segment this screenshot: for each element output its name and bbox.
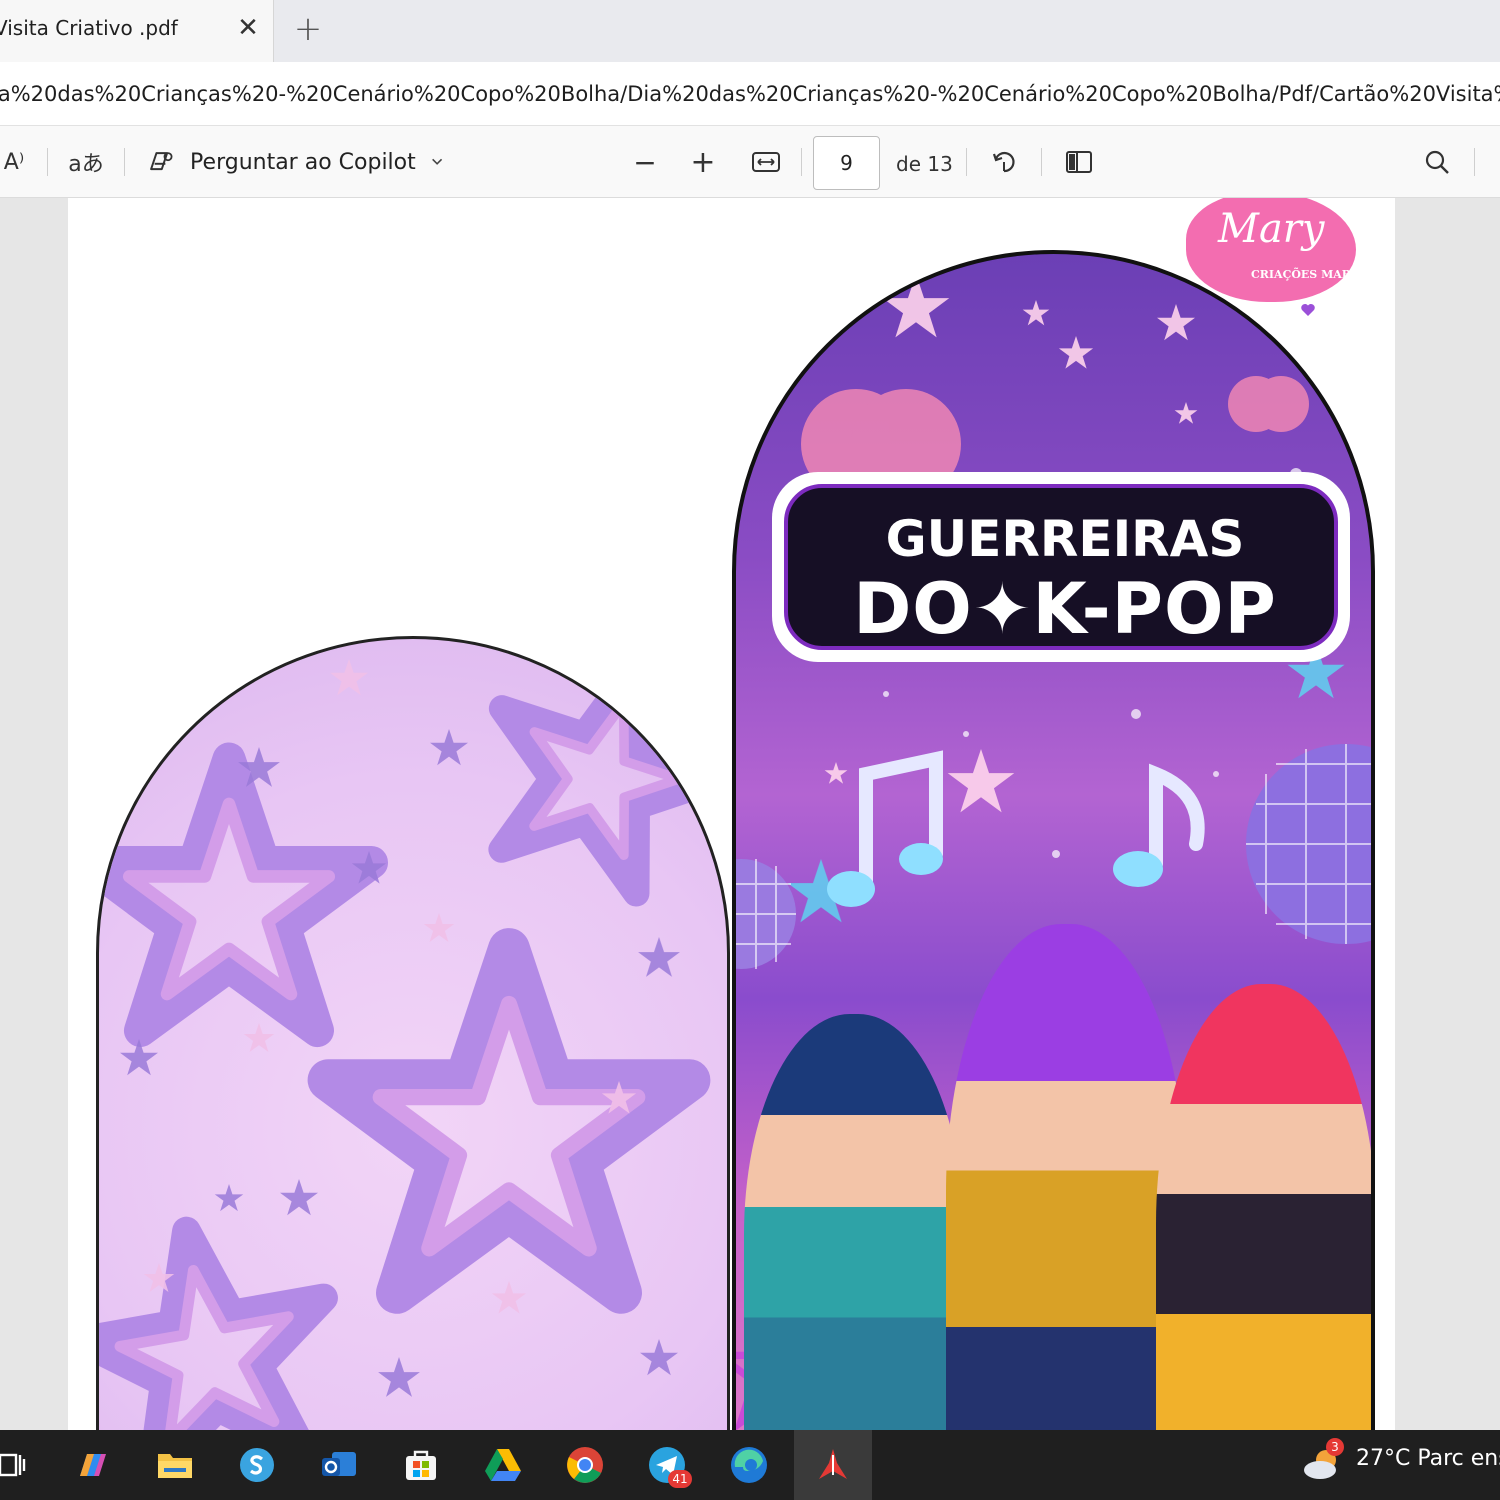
address-bar[interactable]: ia%20das%20Crianças%20-%20Cenário%20Copo… xyxy=(0,62,1500,126)
edge-icon xyxy=(731,1447,767,1483)
kpop-arch-panel: GUERREIRAS DO✦K-POP xyxy=(732,250,1375,1430)
ask-copilot-button[interactable]: Perguntar ao Copilot xyxy=(144,142,444,182)
google-drive-icon xyxy=(485,1449,521,1481)
chrome-icon xyxy=(567,1447,603,1483)
rotate-icon xyxy=(992,151,1015,173)
star-pattern-image xyxy=(99,639,730,1430)
copilot-icon xyxy=(150,152,173,171)
zoom-out-button[interactable]: − xyxy=(628,142,662,182)
address-url[interactable]: ia%20das%20Crianças%20-%20Cenário%20Copo… xyxy=(0,82,1500,106)
search-button[interactable] xyxy=(1418,142,1456,182)
tab-title: Visita Criativo .pdf xyxy=(0,16,178,40)
brand-logo-script: Mary xyxy=(1218,206,1325,252)
google-drive-button[interactable] xyxy=(478,1440,528,1490)
toolbar-divider xyxy=(1041,148,1042,176)
telegram-button[interactable]: 41 xyxy=(642,1440,692,1490)
tab-strip: Visita Criativo .pdf ✕ + xyxy=(0,0,1500,62)
task-view-button[interactable] xyxy=(0,1440,38,1490)
read-aloud-button[interactable]: A⁾ xyxy=(0,142,32,182)
toolbar-divider xyxy=(1474,148,1475,176)
outlook-icon xyxy=(322,1452,356,1476)
title-plate: GUERREIRAS DO✦K-POP xyxy=(772,472,1350,662)
page-total: de 13 xyxy=(896,152,953,176)
translate-button[interactable]: aあ xyxy=(64,142,108,182)
chevron-down-icon xyxy=(431,158,442,165)
fit-width-icon xyxy=(752,152,780,172)
store-icon xyxy=(406,1450,436,1480)
disco-ball-left xyxy=(736,859,796,969)
page-view-icon xyxy=(1066,151,1092,173)
toolbar-divider xyxy=(966,148,967,176)
translate-icon: aあ xyxy=(68,152,104,177)
read-aloud-icon: A⁾ xyxy=(3,149,25,175)
heart-icon xyxy=(1301,304,1315,316)
pdf-reader-icon xyxy=(819,1449,847,1479)
weather-text[interactable]: 27°C Parc ens xyxy=(1356,1446,1500,1471)
character-purple-hair xyxy=(946,924,1186,1430)
browser-tab[interactable]: Visita Criativo .pdf ✕ xyxy=(0,0,274,62)
minus-icon: − xyxy=(633,145,657,179)
star-pattern-arch xyxy=(96,636,730,1430)
pdf-reader-button[interactable] xyxy=(794,1430,872,1500)
copilot-label: Perguntar ao Copilot xyxy=(190,149,416,175)
page-number-input[interactable]: 9 xyxy=(813,136,880,190)
copilot-app-button[interactable] xyxy=(68,1440,118,1490)
rotate-button[interactable] xyxy=(985,142,1023,182)
new-tab-button[interactable]: + xyxy=(290,12,326,48)
title-line-2: DO✦K-POP xyxy=(853,568,1277,650)
chrome-button[interactable] xyxy=(560,1440,610,1490)
task-view-icon xyxy=(0,1453,26,1477)
outlook-button[interactable] xyxy=(314,1440,364,1490)
skype-button[interactable] xyxy=(232,1440,282,1490)
file-explorer-button[interactable] xyxy=(150,1440,200,1490)
pdf-page: GUERREIRAS DO✦K-POP Mary CRIAÇÕES MARY xyxy=(68,198,1395,1430)
weather-alert-badge: 3 xyxy=(1326,1438,1344,1456)
title-plate-inner: GUERREIRAS DO✦K-POP xyxy=(784,484,1338,650)
search-icon xyxy=(1425,150,1449,174)
pdf-viewer[interactable]: GUERREIRAS DO✦K-POP Mary CRIAÇÕES MARY xyxy=(0,198,1500,1430)
toolbar-divider xyxy=(801,148,802,176)
fit-width-button[interactable] xyxy=(747,142,785,182)
copilot-app-icon xyxy=(80,1454,106,1476)
character-blue-hair xyxy=(744,1014,964,1430)
toolbar-divider xyxy=(124,148,125,176)
telegram-unread-badge: 41 xyxy=(668,1470,692,1488)
disco-ball-right xyxy=(1246,744,1371,944)
title-line-1: GUERREIRAS xyxy=(885,510,1245,568)
folder-icon xyxy=(158,1454,192,1478)
microsoft-store-button[interactable] xyxy=(396,1440,446,1490)
pdf-toolbar: A⁾ aあ Perguntar ao Copilot − + 9 de 13 xyxy=(0,126,1500,198)
edge-button[interactable] xyxy=(724,1440,774,1490)
zoom-in-button[interactable]: + xyxy=(686,142,720,182)
plus-icon: + xyxy=(690,144,716,180)
page-view-button[interactable] xyxy=(1060,142,1098,182)
tab-close-icon[interactable]: ✕ xyxy=(232,12,264,44)
character-red-hair xyxy=(1156,984,1371,1430)
skype-icon xyxy=(240,1448,274,1482)
brand-logo-subtitle: CRIAÇÕES MARY xyxy=(1251,268,1359,281)
toolbar-divider xyxy=(47,148,48,176)
taskbar: 41 3 27°C Parc ens xyxy=(0,1430,1500,1500)
